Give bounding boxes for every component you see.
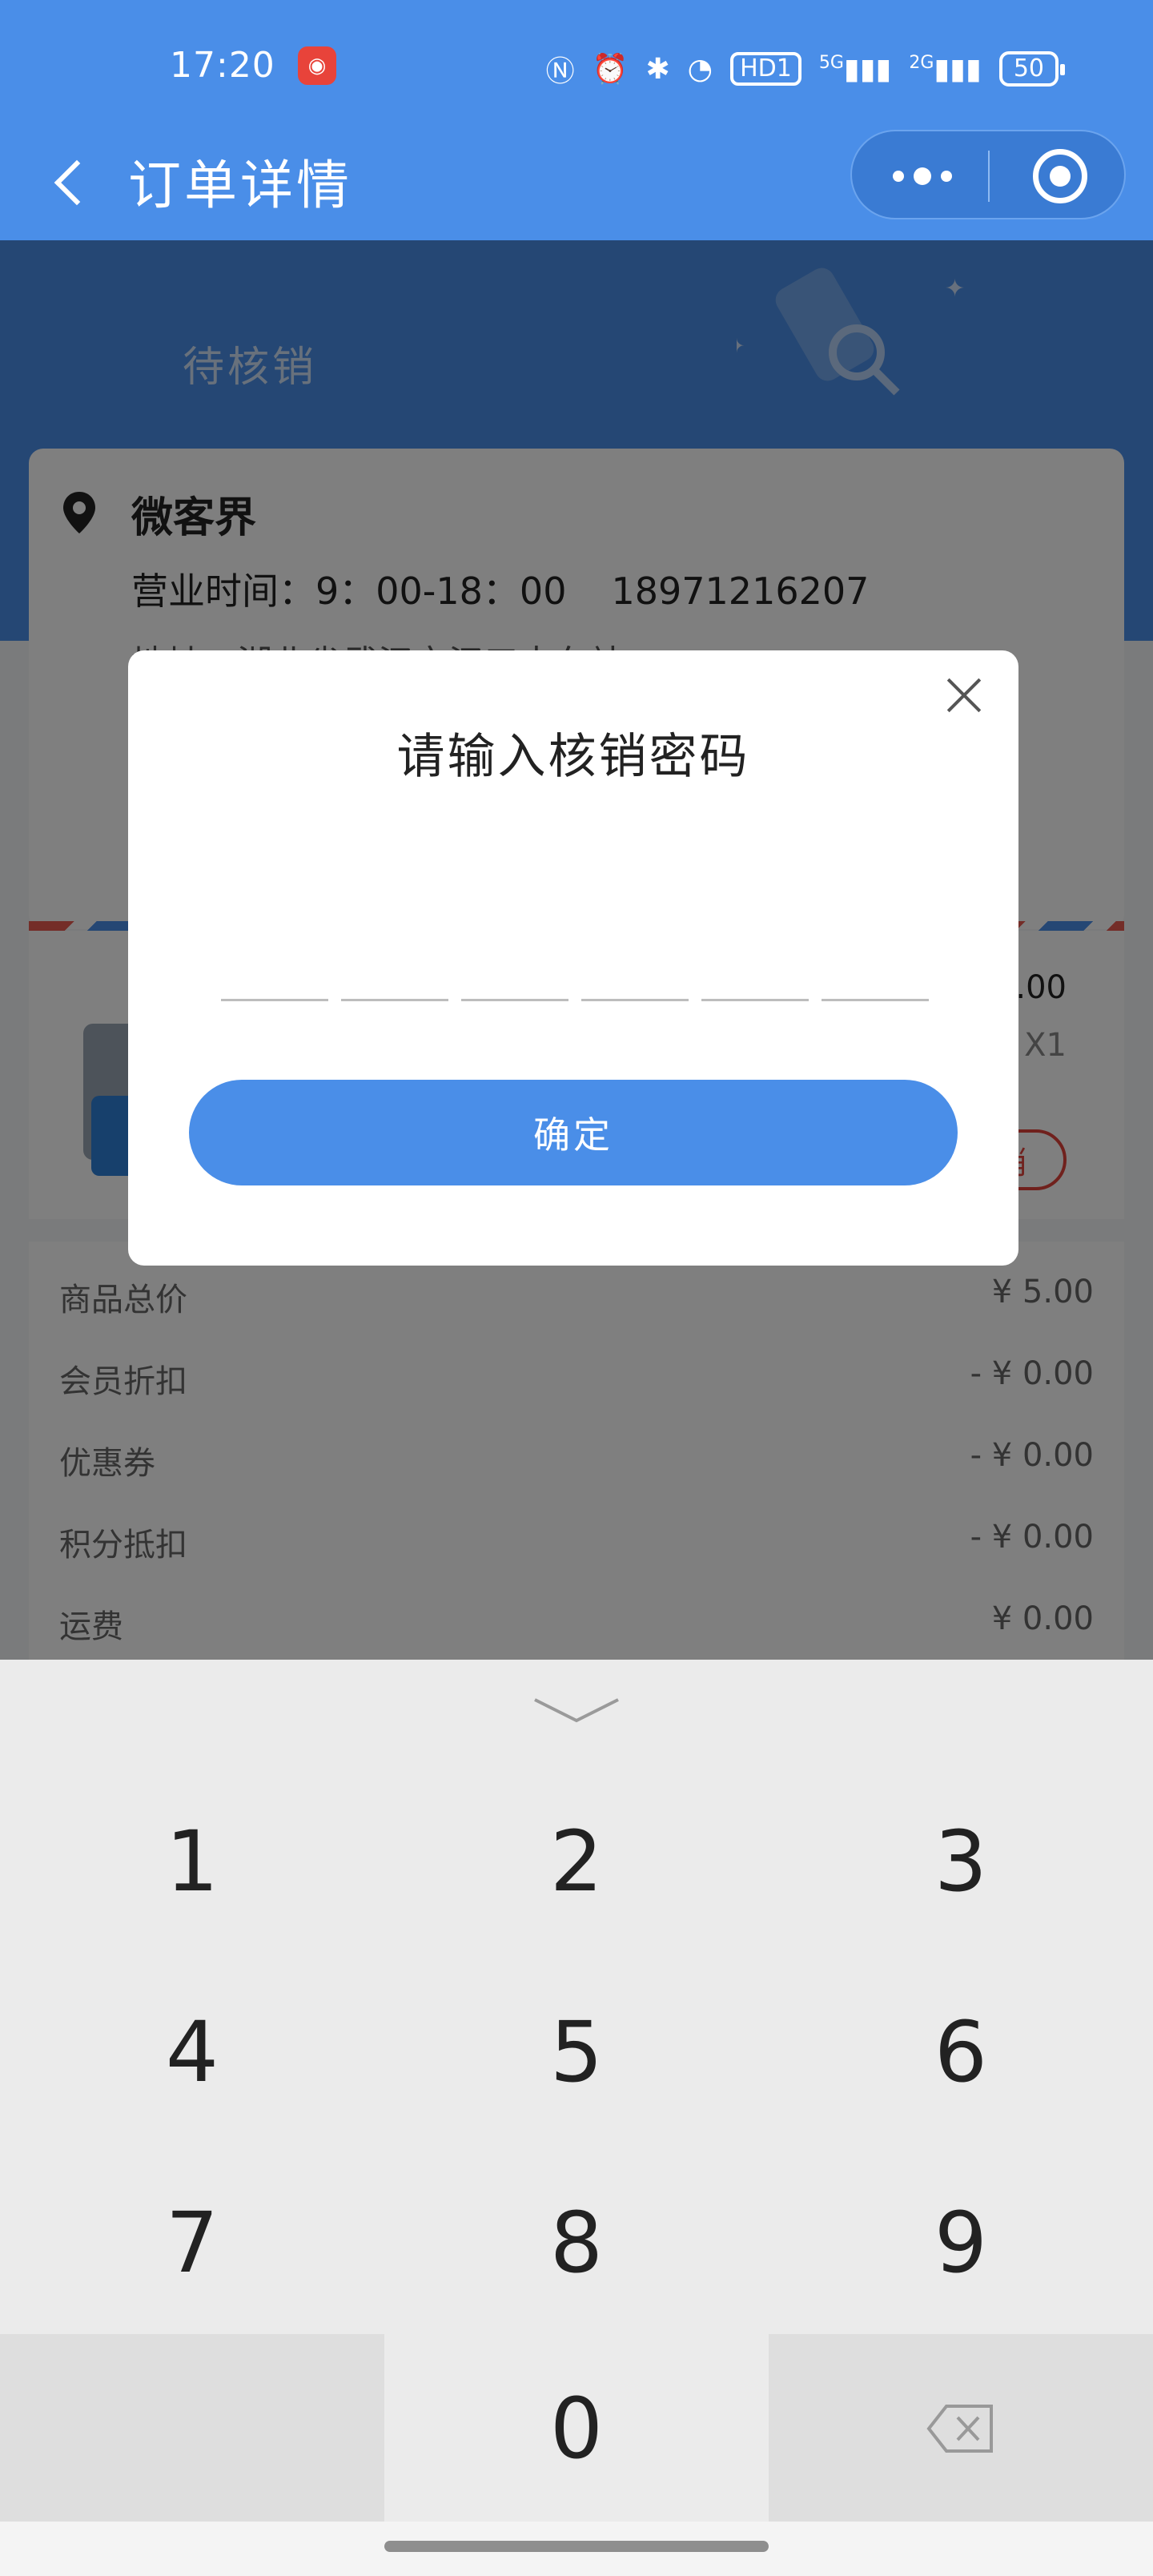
close-icon[interactable] [942, 673, 986, 718]
code-slot[interactable] [341, 936, 448, 1001]
status-bar: 17:20 ◉ Ⓝ ⏰ ✱ ◔ HD1 5G▮▮▮ 2G▮▮▮ 50 [0, 0, 1153, 128]
key-1[interactable]: 1 [0, 1767, 384, 1956]
delete-key[interactable] [769, 2334, 1153, 2523]
confirm-button[interactable]: 确定 [189, 1080, 958, 1185]
key-2[interactable]: 2 [384, 1767, 769, 1956]
key-3[interactable]: 3 [769, 1767, 1153, 1956]
signal-2g-icon: 2G▮▮▮ [909, 52, 982, 86]
code-slot[interactable] [221, 936, 328, 1001]
app-notification-icon: ◉ [298, 46, 336, 85]
key-4[interactable]: 4 [0, 1958, 384, 2147]
code-slot[interactable] [701, 936, 809, 1001]
key-6[interactable]: 6 [769, 1958, 1153, 2147]
status-icons: Ⓝ ⏰ ✱ ◔ HD1 5G▮▮▮ 2G▮▮▮ 50 [545, 48, 1066, 90]
key-5[interactable]: 5 [384, 1958, 769, 2147]
dialog-title: 请输入核销密码 [396, 729, 750, 785]
status-time: 17:20 [170, 45, 275, 86]
home-indicator[interactable] [384, 2541, 769, 2552]
page-title: 订单详情 [128, 155, 352, 216]
code-slot[interactable] [461, 936, 568, 1001]
signal-5g-label: 5G [818, 52, 844, 73]
alarm-icon: ⏰ [592, 53, 629, 86]
key-7[interactable]: 7 [0, 2148, 384, 2337]
battery-icon: 50 [998, 51, 1066, 87]
code-slot[interactable] [581, 936, 689, 1001]
key-9[interactable]: 9 [769, 2148, 1153, 2337]
key-0[interactable]: 0 [384, 2334, 769, 2523]
verify-password-dialog: 请输入核销密码 确定 [128, 650, 1018, 1266]
nav-bar: 订单详情 [0, 128, 1153, 240]
back-icon[interactable] [38, 149, 102, 213]
hd-badge: HD1 [730, 52, 801, 86]
key-blank [0, 2334, 384, 2523]
chevron-down-icon[interactable] [532, 1697, 621, 1725]
bluetooth-icon: ✱ [645, 52, 670, 86]
signal-5g-icon: 5G▮▮▮ [818, 52, 892, 86]
close-mini-program-icon[interactable] [1033, 149, 1087, 203]
wifi-icon: ◔ [687, 52, 713, 86]
nfc-icon: Ⓝ [545, 55, 575, 88]
signal-2g-label: 2G [909, 52, 934, 73]
code-input[interactable] [221, 936, 929, 1001]
capsule-divider [988, 151, 990, 202]
backspace-icon [926, 2405, 993, 2453]
mini-program-capsule [850, 130, 1126, 219]
more-icon[interactable] [884, 160, 961, 192]
code-slot[interactable] [822, 936, 929, 1001]
numeric-keypad: 1 2 3 4 5 6 7 8 9 0 [0, 1660, 1153, 2576]
key-8[interactable]: 8 [384, 2148, 769, 2337]
